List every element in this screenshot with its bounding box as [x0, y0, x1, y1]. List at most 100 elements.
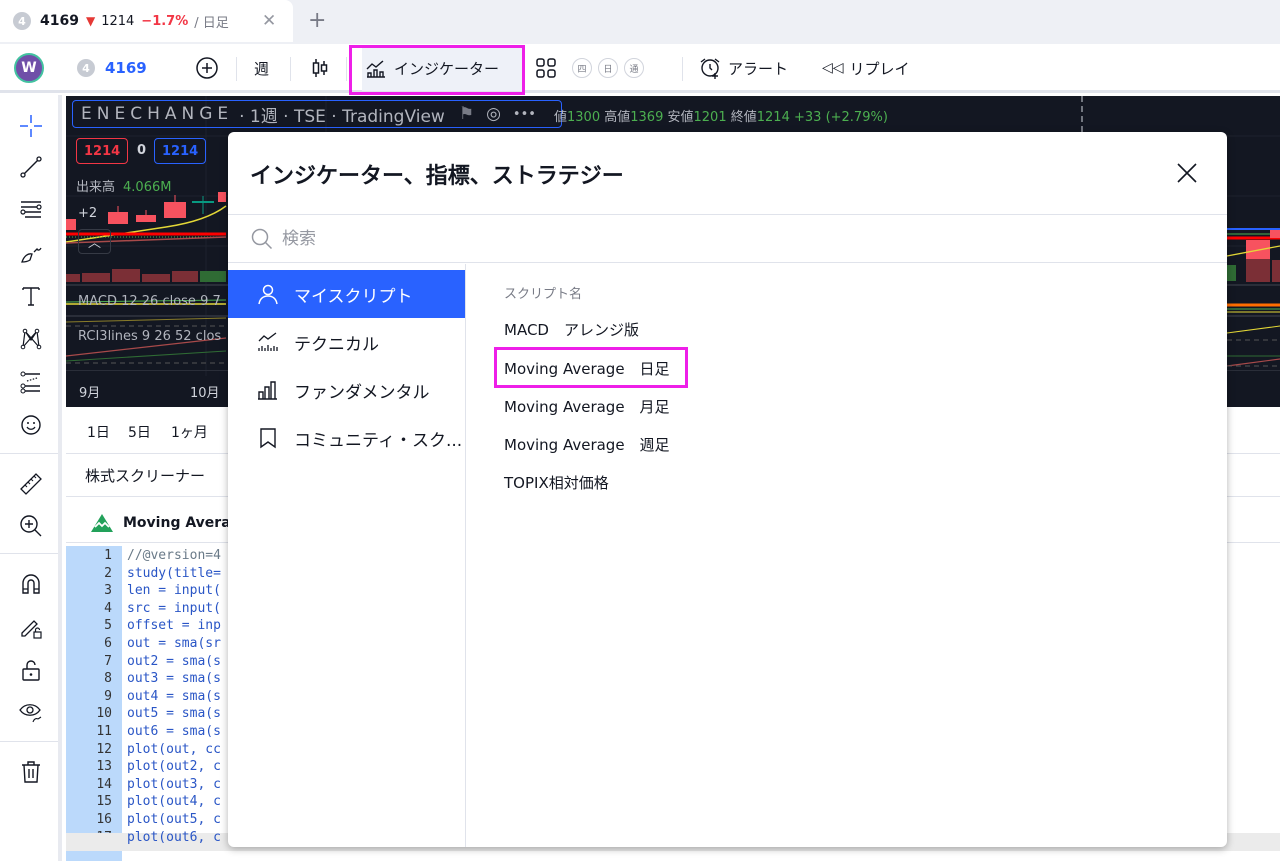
rci-legend[interactable]: RCI3lines 9 26 52 clos	[78, 329, 221, 344]
code-line[interactable]: len = input(	[127, 583, 221, 598]
zoom-in-icon	[20, 515, 42, 537]
toolbar-divider	[290, 57, 291, 81]
avatar: W	[14, 53, 44, 83]
close-label: 終値	[730, 110, 757, 125]
browser-tab[interactable]: 4 4169 ▼ 1214 −1.7% / 日足 ✕	[0, 0, 293, 42]
zoom-in-tool[interactable]	[16, 511, 46, 541]
code-line[interactable]: out = sma(sr	[127, 636, 221, 651]
trend-line-tool[interactable]	[16, 152, 46, 182]
code-line[interactable]: out3 = sma(s	[127, 671, 221, 686]
range-5d-button[interactable]: 5日	[128, 422, 151, 442]
brush-tool[interactable]	[16, 238, 46, 268]
code-line[interactable]: offset = inp	[127, 618, 221, 633]
hide-drawings-tool[interactable]	[16, 697, 46, 727]
mini-buttons: 四 日 通	[572, 45, 650, 91]
toolbar-divider	[236, 57, 237, 81]
code-line[interactable]: plot(out4, c	[127, 794, 221, 809]
pine-logo-icon	[91, 514, 113, 532]
script-item[interactable]: TOPIX相対価格	[504, 472, 609, 493]
replay-button[interactable]: ◁◁ リプレイ	[822, 45, 910, 91]
smiley-icon	[21, 415, 41, 435]
code-line[interactable]: //@version=4	[127, 548, 221, 563]
remove-drawings-tool[interactable]	[16, 757, 46, 787]
notify-button[interactable]: 通	[624, 58, 644, 78]
replay-label: リプレイ	[849, 59, 910, 78]
crosshair-tool[interactable]	[16, 111, 46, 141]
category-fundamental[interactable]: ファンダメンタル	[228, 366, 465, 414]
stock-screener-tab[interactable]: 株式スクリーナー	[85, 465, 205, 486]
code-line[interactable]: study(title=	[127, 566, 221, 581]
category-my-scripts[interactable]: マイスクリプト	[228, 270, 465, 318]
code-line[interactable]: plot(out3, c	[127, 777, 221, 792]
quarterly-button[interactable]: 四	[572, 58, 592, 78]
script-item[interactable]: Moving Average 週足	[504, 434, 670, 455]
tab-symbol: 4169	[40, 13, 79, 29]
symbol-legend[interactable]: ENECHANGE · 1週 · TSE · TradingView ⚑ ◎ •…	[72, 100, 562, 128]
code-line[interactable]: plot(out, cc	[127, 742, 221, 757]
user-avatar-button[interactable]: W	[14, 45, 44, 91]
measure-tool[interactable]	[16, 469, 46, 499]
collapse-legend-button[interactable]: ︿	[78, 229, 111, 254]
code-line[interactable]: out5 = sma(s	[127, 706, 221, 721]
flag-icon[interactable]: ⚑	[459, 104, 474, 124]
range-1d-button[interactable]: 1日	[87, 422, 110, 442]
line-number: 15	[96, 794, 112, 810]
more-icon[interactable]: •••	[513, 107, 536, 122]
line-number: 10	[96, 706, 112, 722]
interval-button[interactable]: 週	[254, 45, 269, 91]
code-line[interactable]: src = input(	[127, 601, 221, 616]
tools-divider	[0, 741, 58, 742]
code-line[interactable]: out4 = sma(s	[127, 689, 221, 704]
script-highlight	[494, 347, 688, 388]
category-label: コミュニティ・スク...	[294, 430, 463, 451]
close-dialog-button[interactable]	[1174, 160, 1200, 186]
pattern-tool[interactable]	[16, 324, 46, 354]
search-input[interactable]	[282, 223, 1182, 255]
low-value: 1201	[693, 110, 727, 125]
spread-value: 0	[137, 143, 147, 158]
code-line[interactable]: out6 = sma(s	[127, 724, 221, 739]
lock-drawings-tool[interactable]	[16, 612, 46, 642]
change-value: +33 (+2.79%)	[794, 110, 888, 125]
layout-button[interactable]	[535, 45, 557, 91]
category-technical[interactable]: テクニカル	[228, 318, 465, 366]
script-title: Moving Averag	[123, 515, 241, 531]
range-1m-button[interactable]: 1ヶ月	[171, 422, 208, 442]
code-line[interactable]: plot(out6, c	[127, 830, 221, 845]
open-value: 1300	[567, 110, 601, 125]
lock-all-tool[interactable]	[16, 655, 46, 685]
code-line[interactable]: plot(out5, c	[127, 812, 221, 827]
line-number: 6	[104, 636, 112, 651]
code-line[interactable]: plot(out2, c	[127, 759, 221, 774]
prediction-tool[interactable]	[16, 367, 46, 397]
right-chart-segment	[1226, 228, 1280, 367]
code-line[interactable]: out2 = sma(s	[127, 654, 221, 669]
hidden-indicators-count[interactable]: +2	[78, 206, 97, 221]
fib-tool[interactable]	[16, 195, 46, 225]
compare-button[interactable]	[195, 45, 219, 91]
tab-price: 1214	[101, 13, 135, 29]
buy-button[interactable]: 1214	[154, 138, 207, 164]
high-label: 高値	[604, 110, 631, 125]
daily-button[interactable]: 日	[598, 58, 618, 78]
category-community[interactable]: コミュニティ・スク...	[228, 414, 465, 462]
alert-button[interactable]: アラート	[698, 45, 788, 91]
magnet-tool[interactable]	[16, 569, 46, 599]
horizontal-lines-icon	[20, 201, 42, 218]
emoji-tool[interactable]	[16, 410, 46, 440]
tools-divider	[0, 553, 58, 554]
eye-icon[interactable]: ◎	[486, 104, 501, 124]
macd-legend[interactable]: MACD 12 26 close 9 7	[78, 294, 221, 309]
script-item[interactable]: MACD アレンジ版	[504, 319, 639, 340]
sell-button[interactable]: 1214	[76, 138, 129, 164]
text-tool[interactable]	[16, 281, 46, 311]
plus-icon[interactable]: +	[308, 8, 326, 33]
search-icon	[251, 228, 273, 250]
symbol-search-button[interactable]: 4 4169	[77, 45, 147, 91]
line-number: 13	[96, 759, 112, 775]
triangle-down-icon: ▼	[85, 14, 96, 28]
script-item[interactable]: Moving Average 月足	[504, 396, 670, 417]
chart-type-button[interactable]	[308, 45, 332, 91]
line-number: 16	[96, 812, 112, 827]
close-icon[interactable]: ✕	[262, 11, 276, 31]
